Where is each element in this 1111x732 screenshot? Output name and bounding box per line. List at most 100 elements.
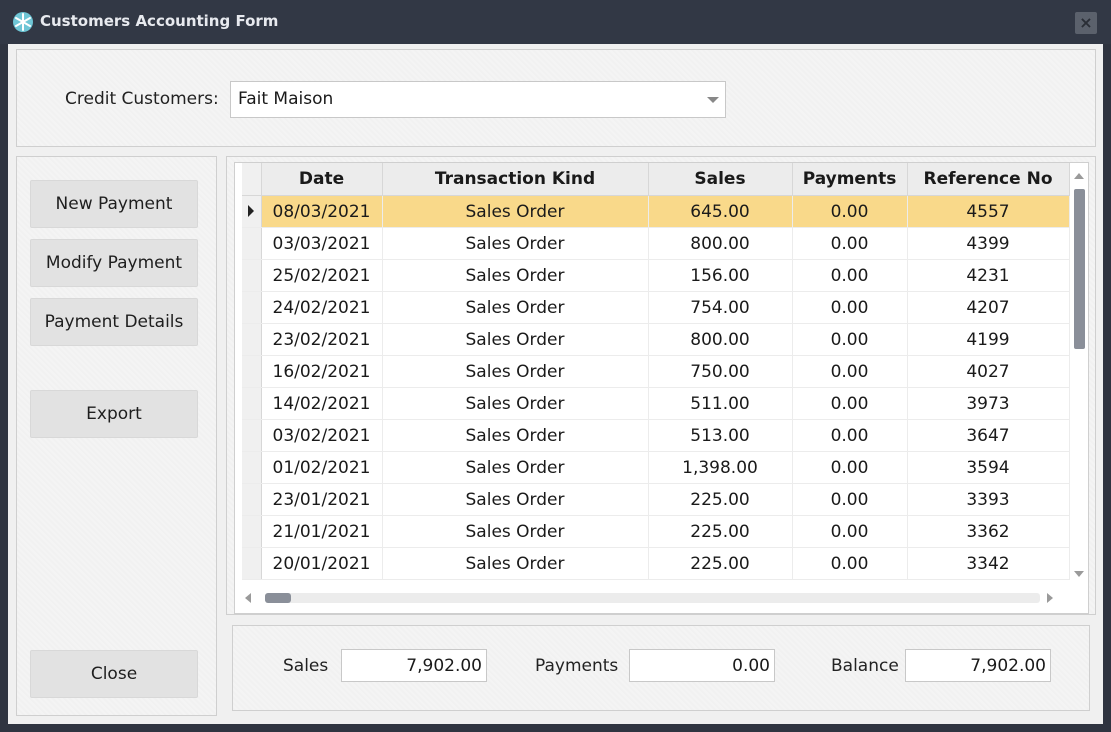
horizontal-scrollbar[interactable]	[235, 588, 1070, 608]
cell-sales[interactable]: 225.00	[648, 515, 793, 548]
table-row[interactable]: 16/02/2021 Sales Order 750.00 0.00 4027	[242, 355, 1070, 388]
table-row[interactable]: 21/01/2021 Sales Order 225.00 0.00 3362	[242, 515, 1070, 548]
cell-reference-no[interactable]: 4557	[907, 195, 1070, 228]
row-indicator	[242, 323, 262, 356]
cell-sales[interactable]: 800.00	[648, 227, 793, 260]
payment-details-button[interactable]: Payment Details	[30, 298, 198, 346]
cell-date[interactable]: 20/01/2021	[261, 547, 383, 580]
cell-date[interactable]: 03/03/2021	[261, 227, 383, 260]
cell-sales[interactable]: 225.00	[648, 483, 793, 516]
cell-transaction-kind[interactable]: Sales Order	[382, 227, 649, 260]
column-header-payments[interactable]: Payments	[792, 163, 908, 196]
cell-reference-no[interactable]: 4027	[907, 355, 1070, 388]
cell-date[interactable]: 24/02/2021	[261, 291, 383, 324]
table-row[interactable]: 25/02/2021 Sales Order 156.00 0.00 4231	[242, 259, 1070, 292]
cell-sales[interactable]: 225.00	[648, 547, 793, 580]
table-row[interactable]: 03/03/2021 Sales Order 800.00 0.00 4399	[242, 227, 1070, 260]
cell-sales[interactable]: 800.00	[648, 323, 793, 356]
cell-transaction-kind[interactable]: Sales Order	[382, 355, 649, 388]
table-row[interactable]: 03/02/2021 Sales Order 513.00 0.00 3647	[242, 419, 1070, 452]
cell-sales[interactable]: 511.00	[648, 387, 793, 420]
scroll-down-arrow-icon[interactable]	[1074, 571, 1084, 577]
cell-payments[interactable]: 0.00	[792, 387, 908, 420]
cell-payments[interactable]: 0.00	[792, 355, 908, 388]
scroll-left-arrow-icon[interactable]	[245, 593, 251, 603]
close-window-button[interactable]: ×	[1075, 12, 1097, 34]
cell-reference-no[interactable]: 3342	[907, 547, 1070, 580]
horizontal-scroll-track[interactable]	[265, 593, 1040, 603]
credit-customers-dropdown[interactable]: Fait Maison	[230, 81, 726, 118]
column-header-reference-no[interactable]: Reference No	[907, 163, 1070, 196]
cell-date[interactable]: 14/02/2021	[261, 387, 383, 420]
cell-payments[interactable]: 0.00	[792, 515, 908, 548]
vertical-scrollbar[interactable]	[1070, 163, 1088, 583]
cell-payments[interactable]: 0.00	[792, 323, 908, 356]
cell-transaction-kind[interactable]: Sales Order	[382, 451, 649, 484]
cell-date[interactable]: 03/02/2021	[261, 419, 383, 452]
cell-payments[interactable]: 0.00	[792, 259, 908, 292]
cell-reference-no[interactable]: 3594	[907, 451, 1070, 484]
cell-transaction-kind[interactable]: Sales Order	[382, 323, 649, 356]
table-row[interactable]: 23/01/2021 Sales Order 225.00 0.00 3393	[242, 483, 1070, 516]
table-row[interactable]: 24/02/2021 Sales Order 754.00 0.00 4207	[242, 291, 1070, 324]
cell-payments[interactable]: 0.00	[792, 291, 908, 324]
table-row[interactable]: 20/01/2021 Sales Order 225.00 0.00 3342	[242, 547, 1070, 580]
cell-payments[interactable]: 0.00	[792, 227, 908, 260]
cell-sales[interactable]: 156.00	[648, 259, 793, 292]
cell-payments[interactable]: 0.00	[792, 547, 908, 580]
cell-reference-no[interactable]: 3393	[907, 483, 1070, 516]
row-indicator	[242, 451, 262, 484]
cell-sales[interactable]: 513.00	[648, 419, 793, 452]
cell-date[interactable]: 08/03/2021	[261, 195, 383, 228]
table-row[interactable]: 23/02/2021 Sales Order 800.00 0.00 4199	[242, 323, 1070, 356]
cell-transaction-kind[interactable]: Sales Order	[382, 483, 649, 516]
cell-reference-no[interactable]: 3647	[907, 419, 1070, 452]
cell-payments[interactable]: 0.00	[792, 419, 908, 452]
scroll-up-arrow-icon[interactable]	[1074, 173, 1084, 179]
cell-payments[interactable]: 0.00	[792, 451, 908, 484]
close-button[interactable]: Close	[30, 650, 198, 698]
cell-reference-no[interactable]: 4199	[907, 323, 1070, 356]
cell-transaction-kind[interactable]: Sales Order	[382, 259, 649, 292]
table-row[interactable]: 08/03/2021 Sales Order 645.00 0.00 4557	[242, 195, 1070, 228]
cell-date[interactable]: 21/01/2021	[261, 515, 383, 548]
cell-date[interactable]: 23/01/2021	[261, 483, 383, 516]
table-row[interactable]: 01/02/2021 Sales Order 1,398.00 0.00 359…	[242, 451, 1070, 484]
cell-sales[interactable]: 750.00	[648, 355, 793, 388]
cell-reference-no[interactable]: 4207	[907, 291, 1070, 324]
cell-payments[interactable]: 0.00	[792, 483, 908, 516]
cell-transaction-kind[interactable]: Sales Order	[382, 547, 649, 580]
new-payment-button[interactable]: New Payment	[30, 180, 198, 228]
transactions-grid[interactable]: Date Transaction Kind Sales Payments Ref…	[234, 162, 1089, 614]
cell-sales[interactable]: 645.00	[648, 195, 793, 228]
cell-reference-no[interactable]: 3362	[907, 515, 1070, 548]
cell-transaction-kind[interactable]: Sales Order	[382, 195, 649, 228]
cell-date[interactable]: 16/02/2021	[261, 355, 383, 388]
cell-date[interactable]: 25/02/2021	[261, 259, 383, 292]
export-button[interactable]: Export	[30, 390, 198, 438]
chevron-down-icon[interactable]	[707, 97, 719, 103]
cell-reference-no[interactable]: 4231	[907, 259, 1070, 292]
cell-reference-no[interactable]: 4399	[907, 227, 1070, 260]
cell-sales[interactable]: 754.00	[648, 291, 793, 324]
modify-payment-button[interactable]: Modify Payment	[30, 239, 198, 287]
cell-sales[interactable]: 1,398.00	[648, 451, 793, 484]
cell-payments[interactable]: 0.00	[792, 195, 908, 228]
row-indicator	[242, 355, 262, 388]
totals-sales-label: Sales	[283, 656, 329, 676]
cell-date[interactable]: 23/02/2021	[261, 323, 383, 356]
cell-transaction-kind[interactable]: Sales Order	[382, 387, 649, 420]
table-row[interactable]: 14/02/2021 Sales Order 511.00 0.00 3973	[242, 387, 1070, 420]
cell-transaction-kind[interactable]: Sales Order	[382, 291, 649, 324]
column-header-date[interactable]: Date	[261, 163, 383, 196]
cell-reference-no[interactable]: 3973	[907, 387, 1070, 420]
scroll-right-arrow-icon[interactable]	[1047, 593, 1053, 603]
column-header-transaction-kind[interactable]: Transaction Kind	[382, 163, 649, 196]
horizontal-scroll-thumb[interactable]	[265, 593, 291, 603]
column-header-sales[interactable]: Sales	[648, 163, 793, 196]
cell-transaction-kind[interactable]: Sales Order	[382, 419, 649, 452]
cell-date[interactable]: 01/02/2021	[261, 451, 383, 484]
cell-transaction-kind[interactable]: Sales Order	[382, 515, 649, 548]
title-bar: Customers Accounting Form ×	[0, 0, 1111, 44]
vertical-scroll-thumb[interactable]	[1074, 189, 1085, 349]
